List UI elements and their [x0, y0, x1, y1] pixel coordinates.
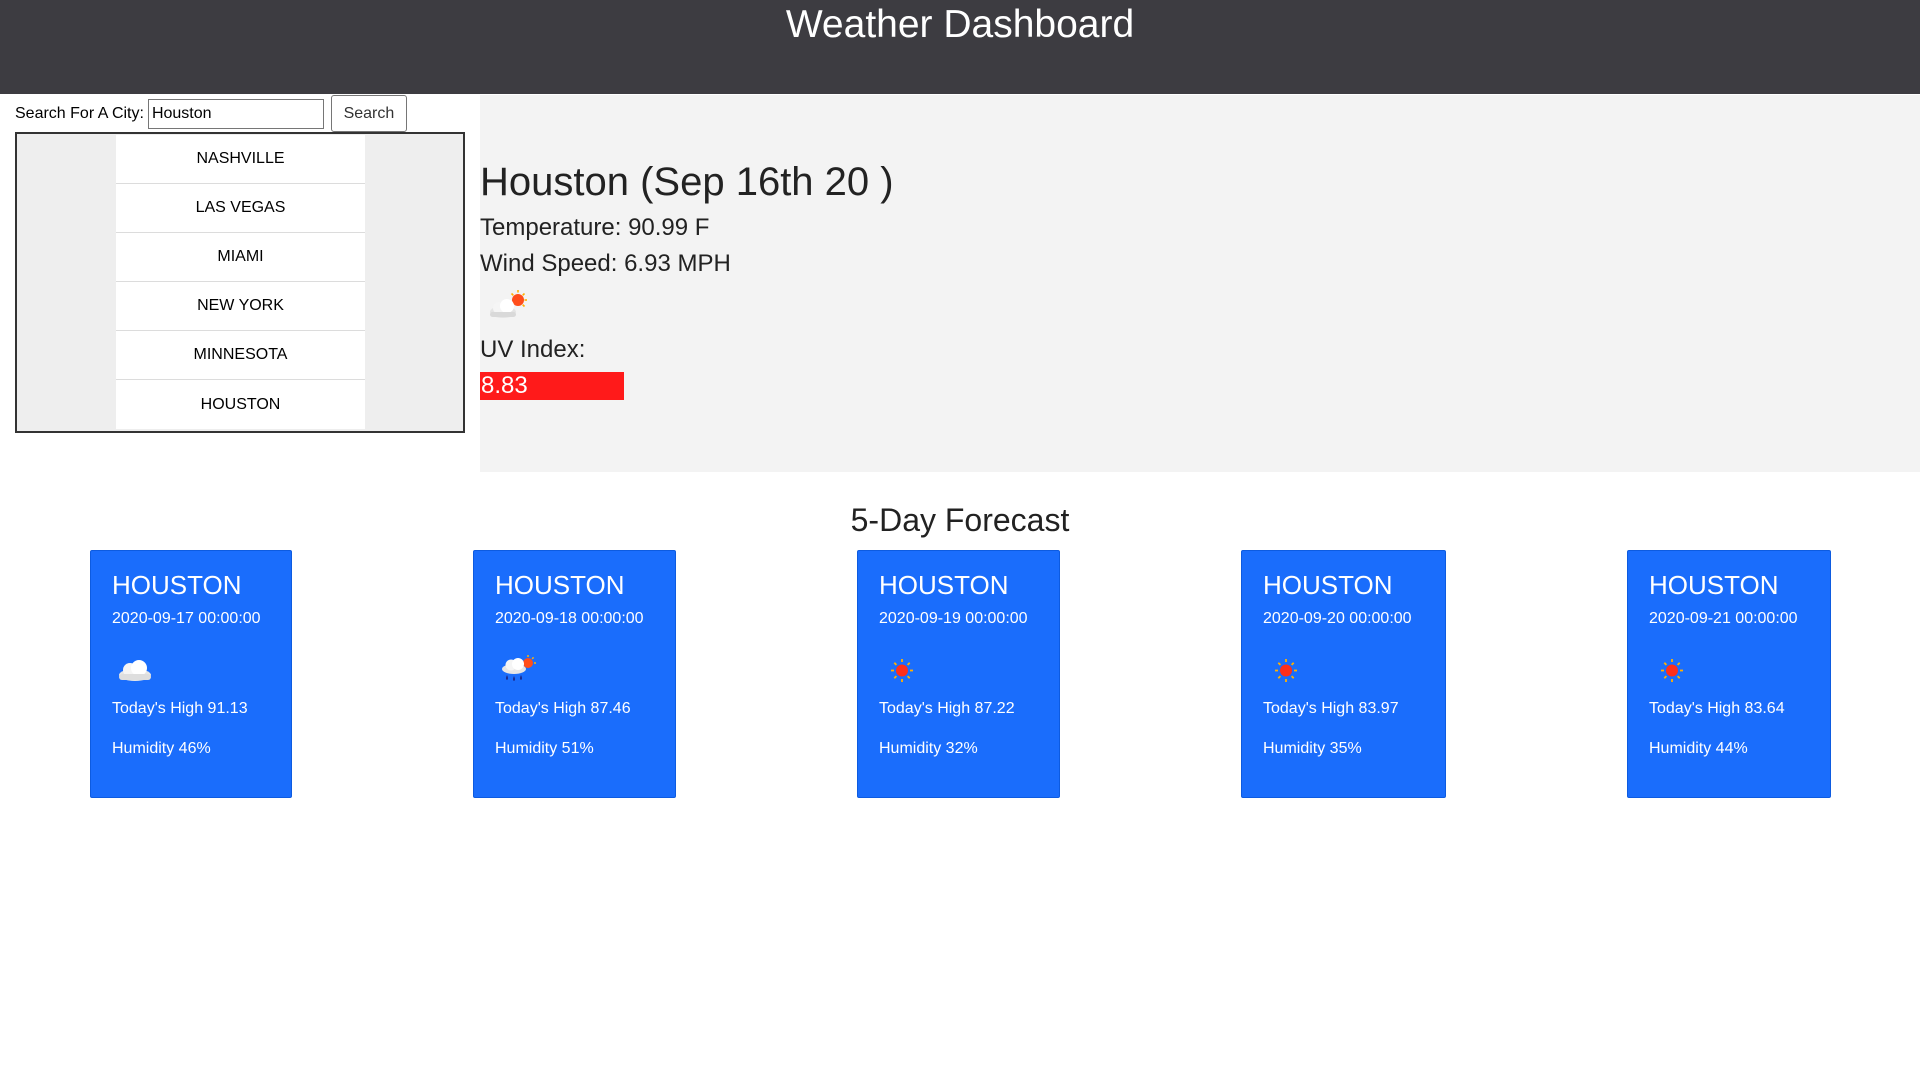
- forecast-card: HOUSTON 2020-09-18 00:00:00 Today's High…: [473, 550, 676, 798]
- forecast-card: HOUSTON 2020-09-21 00:00:00 Today's High…: [1627, 550, 1831, 798]
- cloud-icon: [119, 660, 151, 681]
- forecast-date: 2020-09-17 00:00:00: [112, 610, 261, 627]
- current-wind-speed: Wind Speed: 6.93 MPH: [480, 250, 731, 277]
- search-form: Search For A City: Search: [15, 95, 407, 132]
- search-label: Search For A City:: [15, 104, 144, 122]
- forecast-high: Today's High 83.97: [1263, 700, 1399, 717]
- forecast-humidity: Humidity 51%: [495, 740, 594, 757]
- uv-index-value: 8.83: [480, 372, 624, 400]
- current-temperature: Temperature: 90.99 F: [480, 214, 710, 241]
- history-item-minnesota[interactable]: MINNESOTA: [116, 331, 365, 380]
- forecast-city: HOUSTON: [1649, 570, 1779, 600]
- forecast-date: 2020-09-19 00:00:00: [879, 610, 1028, 627]
- forecast-card: HOUSTON 2020-09-19 00:00:00 Today's High…: [857, 550, 1060, 798]
- forecast-date: 2020-09-21 00:00:00: [1649, 610, 1798, 627]
- app-header: Weather Dashboard: [0, 0, 1920, 94]
- forecast-card: HOUSTON 2020-09-20 00:00:00 Today's High…: [1241, 550, 1446, 798]
- history-item-nashville[interactable]: NASHVILLE: [116, 135, 365, 184]
- forecast-humidity: Humidity 44%: [1649, 740, 1748, 757]
- forecast-city: HOUSTON: [495, 570, 625, 600]
- history-item-houston[interactable]: HOUSTON: [116, 380, 365, 429]
- forecast-card: HOUSTON 2020-09-17 00:00:00 Today's High…: [90, 550, 292, 798]
- forecast-city: HOUSTON: [1263, 570, 1393, 600]
- page-title: Weather Dashboard: [785, 3, 1135, 46]
- forecast-high: Today's High 91.13: [112, 700, 248, 717]
- forecast-high: Today's High 83.64: [1649, 700, 1785, 717]
- forecast-heading: 5-Day Forecast: [850, 502, 1070, 538]
- sun-icon: [1661, 659, 1683, 682]
- forecast-humidity: Humidity 32%: [879, 740, 978, 757]
- forecast-city: HOUSTON: [112, 570, 242, 600]
- history-item-las-vegas[interactable]: LAS VEGAS: [116, 184, 365, 233]
- current-weather-panel: Houston (Sep 16th 20 ) Temperature: 90.9…: [480, 95, 1920, 472]
- search-button[interactable]: Search: [330, 95, 407, 132]
- search-history-panel: NASHVILLE LAS VEGAS MIAMI NEW YORK MINNE…: [15, 132, 465, 433]
- forecast-humidity: Humidity 46%: [112, 740, 211, 757]
- search-history-list: NASHVILLE LAS VEGAS MIAMI NEW YORK MINNE…: [116, 135, 365, 429]
- forecast-date: 2020-09-20 00:00:00: [1263, 610, 1412, 627]
- history-item-miami[interactable]: MIAMI: [116, 233, 365, 282]
- history-item-new-york[interactable]: NEW YORK: [116, 282, 365, 331]
- forecast-high: Today's High 87.22: [879, 700, 1015, 717]
- sun-icon: [1275, 659, 1297, 682]
- search-input[interactable]: [147, 98, 324, 129]
- current-city-title: Houston (Sep 16th 20 ): [480, 160, 894, 204]
- forecast-high: Today's High 87.46: [495, 700, 631, 717]
- forecast-date: 2020-09-18 00:00:00: [495, 610, 644, 627]
- forecast-city: HOUSTON: [879, 570, 1009, 600]
- uv-index-label: UV Index:: [480, 336, 586, 363]
- forecast-humidity: Humidity 35%: [1263, 740, 1362, 757]
- partly-cloudy-icon: [490, 290, 527, 318]
- rain-sun-icon: [502, 655, 536, 681]
- sun-icon: [891, 659, 913, 682]
